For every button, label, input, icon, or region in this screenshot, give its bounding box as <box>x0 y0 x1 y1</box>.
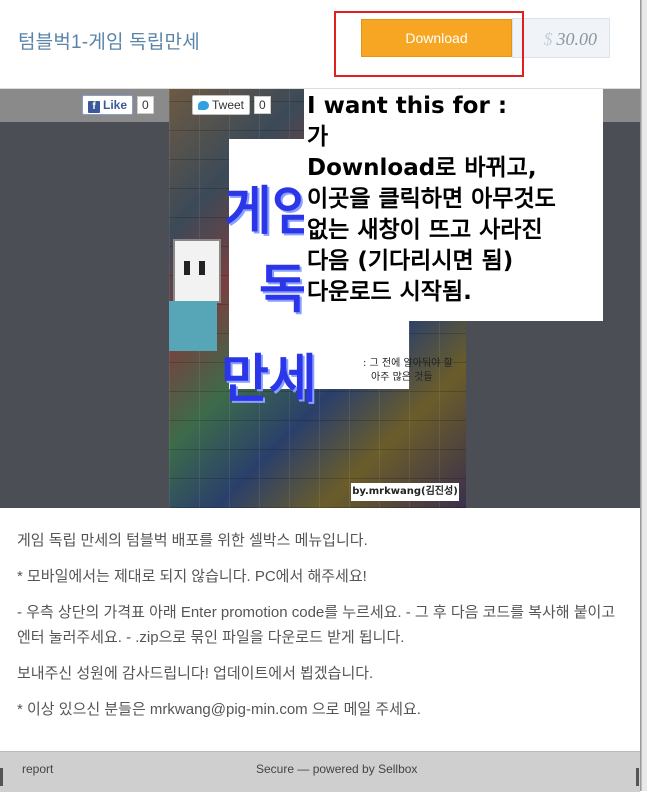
poster-title-line-3: 만세 <box>221 350 317 410</box>
poster-subtitle-line-1: : 그 전에 알아둬야 할 <box>363 358 453 369</box>
character-icon <box>173 239 221 303</box>
tweet-label: Tweet <box>212 98 245 112</box>
twitter-tweet[interactable]: Tweet 0 <box>192 95 271 115</box>
footer-corner-left <box>0 768 3 786</box>
facebook-like-label: Like <box>103 98 128 112</box>
report-link[interactable]: report <box>22 762 53 776</box>
description-paragraph: 보내주신 성원에 감사드립니다! 업데이트에서 뵙겠습니다. <box>17 665 374 682</box>
tweet-button[interactable]: Tweet <box>192 95 251 115</box>
annotation-note: I want this for : 가 Download로 바뀌고, 이곳을 클… <box>304 89 603 321</box>
note-line: Download로 바뀌고, <box>307 155 537 181</box>
character-body <box>169 301 217 351</box>
note-line: 다운로드 시작됨. <box>307 279 472 305</box>
product-title: 텀블벅1-게임 독립만세 <box>18 32 200 53</box>
facebook-like[interactable]: f Like 0 <box>82 95 154 115</box>
description-paragraph: * 이상 있으신 분들은 mrkwang@pig-min.com 으로 메일 주… <box>17 701 421 718</box>
poster-subtitle-line-2: 아주 많은 것들 <box>371 372 433 383</box>
facebook-like-button[interactable]: f Like <box>82 95 134 115</box>
footer-corner-right <box>636 768 639 786</box>
price-value: 30.00 <box>556 29 598 49</box>
description-paragraph: - 우측 상단의 가격표 아래 Enter promotion code를 누르… <box>17 604 616 646</box>
description-paragraph: * 모바일에서는 제대로 되지 않습니다. PC에서 해주세요! <box>17 568 367 585</box>
poster-title-line-2: 독 <box>259 260 307 320</box>
note-line: 이곳을 클릭하면 아무것도 <box>307 186 556 212</box>
product-description: 게임 독립 만세의 텀블벅 배포를 위한 셀박스 메뉴입니다. * 모바일에서는… <box>17 528 622 733</box>
currency-symbol: $ <box>543 29 553 49</box>
facebook-like-count: 0 <box>137 96 154 114</box>
poster-byline: by.mrkwang(김진성) <box>351 483 459 501</box>
note-line: 다음 (기다리시면 됨) <box>307 248 514 274</box>
price-tag: $30.00 <box>512 18 610 58</box>
facebook-icon: f <box>88 101 100 113</box>
note-line: 가 <box>307 124 329 150</box>
tweet-count: 0 <box>254 96 271 114</box>
twitter-bird-icon <box>198 101 209 111</box>
note-line: I want this for : <box>307 93 508 119</box>
description-paragraph: 게임 독립 만세의 텀블벅 배포를 위한 셀박스 메뉴입니다. <box>17 532 368 549</box>
scrollbar[interactable] <box>641 0 647 791</box>
note-line: 없는 새창이 뜨고 사라진 <box>307 217 543 243</box>
highlight-annotation-box <box>334 11 524 77</box>
product-header: 텀블벅1-게임 독립만세 Download $30.00 <box>0 0 640 89</box>
poster-subtitle: : 그 전에 알아둬야 할 아주 많은 것들 <box>363 357 453 385</box>
secure-powered-by[interactable]: Secure — powered by Sellbox <box>256 762 417 776</box>
